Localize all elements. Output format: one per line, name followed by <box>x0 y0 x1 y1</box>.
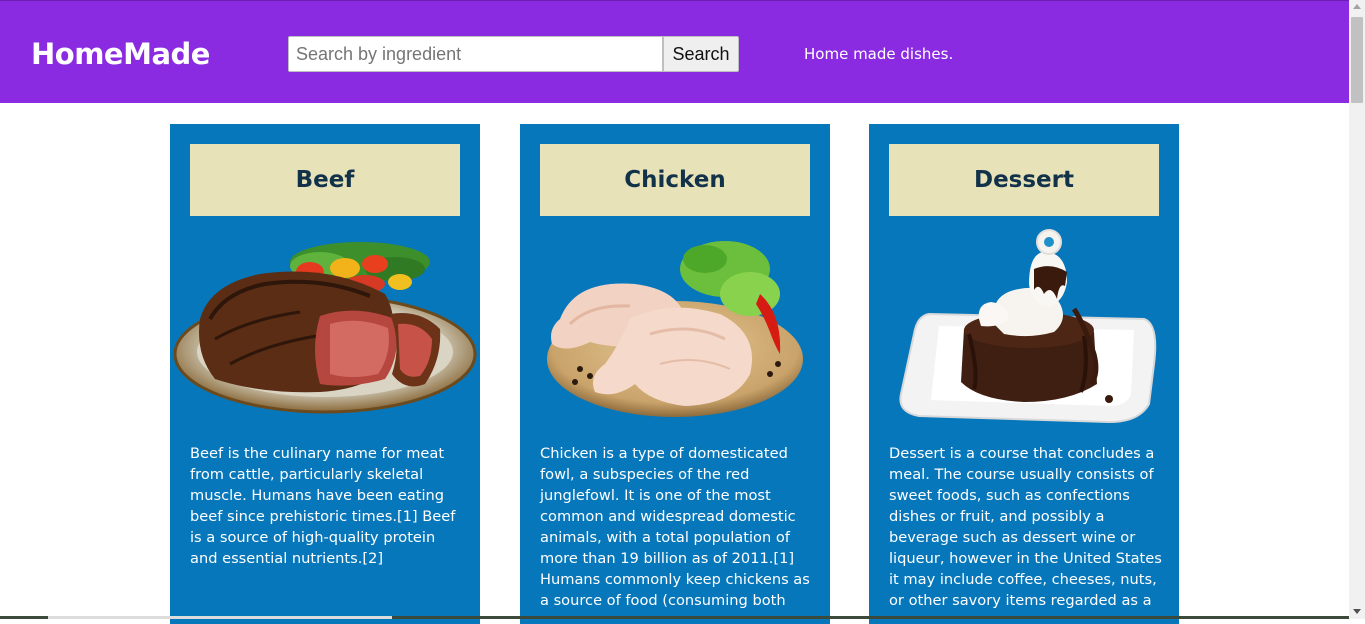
chocolate-cake-image[interactable] <box>869 224 1179 424</box>
beef-steak-image[interactable] <box>170 224 480 424</box>
scroll-down-arrow-icon[interactable] <box>1353 609 1361 614</box>
scroll-up-arrow-icon[interactable] <box>1353 4 1361 9</box>
raw-chicken-image[interactable] <box>520 224 830 424</box>
card-title-box: Beef <box>190 144 460 216</box>
search-button[interactable]: Search <box>663 36 739 72</box>
card-title-box: Dessert <box>889 144 1159 216</box>
top-header: HomeMade Search Home made dishes. <box>0 0 1349 103</box>
card-description: Chicken is a type of domesticated fowl, … <box>540 445 810 609</box>
category-card-beef[interactable]: Beef Beef is the culinary name for meat … <box>170 124 480 624</box>
card-description: Beef is the culinary name for meat from … <box>190 445 456 567</box>
site-logo[interactable]: HomeMade <box>31 37 210 71</box>
site-tagline: Home made dishes. <box>804 45 954 63</box>
category-card-chicken[interactable]: Chicken Chicken is a type of domesticate… <box>520 124 830 624</box>
category-card-dessert[interactable]: Dessert Dessert is a course that conclud… <box>869 124 1179 624</box>
card-title-box: Chicken <box>540 144 810 216</box>
card-title: Chicken <box>624 167 726 193</box>
card-description: Dessert is a course that concludes a mea… <box>889 445 1162 609</box>
search-input[interactable] <box>288 36 663 72</box>
vertical-scrollbar[interactable] <box>1349 0 1365 619</box>
card-title: Dessert <box>973 167 1074 193</box>
scroll-thumb[interactable] <box>1351 17 1363 103</box>
card-title: Beef <box>295 167 355 193</box>
